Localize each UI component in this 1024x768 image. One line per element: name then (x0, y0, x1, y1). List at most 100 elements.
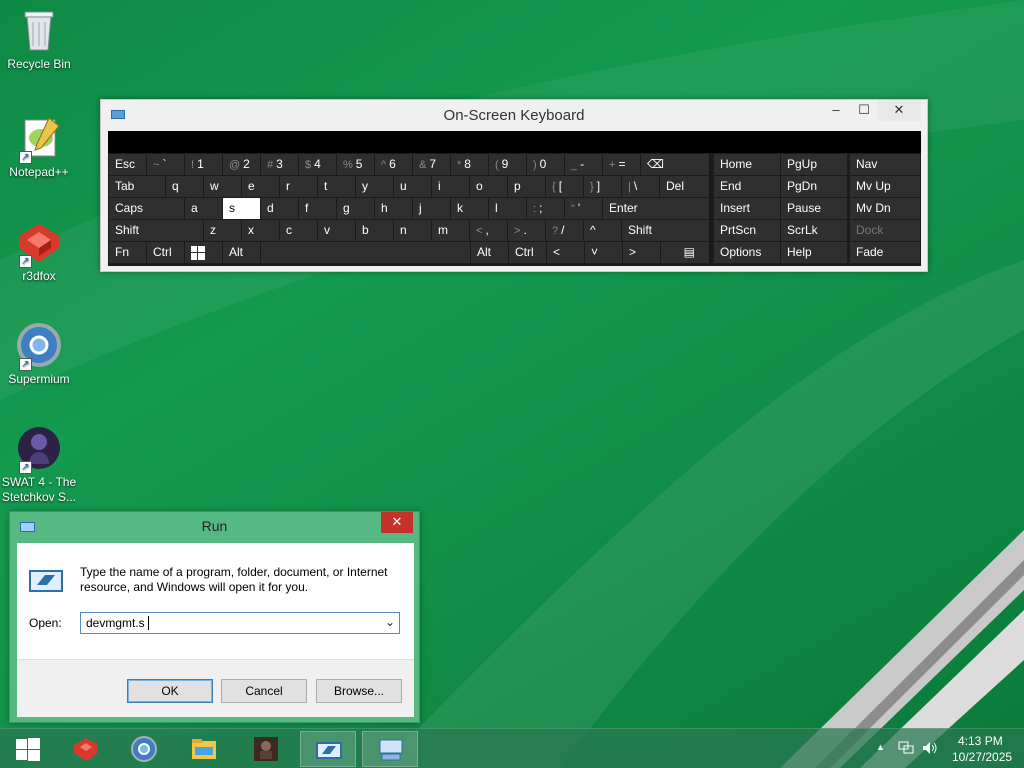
osk-titlebar[interactable]: On-Screen Keyboard – ☐ ✕ (101, 100, 927, 130)
key-up-arrow[interactable]: ^ (584, 220, 621, 241)
speaker-icon[interactable] (922, 741, 938, 755)
key-menu[interactable]: ▤ (661, 242, 709, 263)
taskbar-run[interactable] (300, 731, 356, 767)
key-i[interactable]: i (432, 176, 469, 197)
key-home[interactable]: Home (714, 154, 780, 175)
desktop-icon-swat4[interactable]: ↗ SWAT 4 - The Stetchkov S... (0, 424, 78, 505)
key-v[interactable]: v (318, 220, 355, 241)
maximize-button[interactable]: ☐ (851, 100, 877, 121)
key-g[interactable]: g (337, 198, 374, 219)
key-windows[interactable] (185, 242, 222, 263)
taskbar-swat4[interactable] (238, 731, 294, 767)
key-q[interactable]: q (166, 176, 203, 197)
key-fn[interactable]: Fn (109, 242, 146, 263)
key-backslash[interactable]: | \ (622, 176, 659, 197)
key-4[interactable]: $4 (299, 154, 336, 175)
key-enter[interactable]: Enter (603, 198, 709, 219)
key-f[interactable]: f (299, 198, 336, 219)
key-right-bracket[interactable]: }] (584, 176, 621, 197)
chevron-down-icon[interactable]: ⌄ (385, 615, 395, 629)
key-space[interactable] (261, 242, 470, 263)
key-help[interactable]: Help (781, 242, 847, 263)
key-r[interactable]: r (280, 176, 317, 197)
key-6[interactable]: ^ 6 (375, 154, 412, 175)
key-equals[interactable]: + = (603, 154, 640, 175)
key-comma[interactable]: <, (470, 220, 507, 241)
taskbar-on-screen-keyboard[interactable] (362, 731, 418, 767)
key-h[interactable]: h (375, 198, 412, 219)
key-shift-left[interactable]: Shift (109, 220, 203, 241)
key-1[interactable]: ! 1 (185, 154, 222, 175)
taskbar-supermium[interactable] (116, 731, 172, 767)
key-0[interactable]: ) 0 (527, 154, 564, 175)
key-z[interactable]: z (204, 220, 241, 241)
key-del[interactable]: Del (660, 176, 709, 197)
show-hidden-icons-chevron[interactable]: ▲ (876, 742, 885, 752)
key-pgdn[interactable]: PgDn (781, 176, 847, 197)
clock-date[interactable]: 10/27/2025 (952, 750, 1012, 764)
key-t[interactable]: t (318, 176, 355, 197)
key-p[interactable]: p (508, 176, 545, 197)
key-shift-right[interactable]: Shift (622, 220, 709, 241)
key-j[interactable]: j (413, 198, 450, 219)
key-esc[interactable]: Esc (109, 154, 146, 175)
ok-button[interactable]: OK (127, 679, 213, 703)
key-u[interactable]: u (394, 176, 431, 197)
key-pgup[interactable]: PgUp (781, 154, 847, 175)
key-slash[interactable]: ? / (546, 220, 583, 241)
key-8[interactable]: * 8 (451, 154, 488, 175)
key-m[interactable]: m (432, 220, 469, 241)
key-mv-up[interactable]: Mv Up (850, 176, 920, 197)
key-ctrl-left[interactable]: Ctrl (147, 242, 184, 263)
cancel-button[interactable]: Cancel (221, 679, 307, 703)
key-c[interactable]: c (280, 220, 317, 241)
taskbar-r3dfox[interactable] (58, 731, 114, 767)
key-9[interactable]: (9 (489, 154, 526, 175)
key-left-arrow[interactable]: < (547, 242, 584, 263)
key-e[interactable]: e (242, 176, 279, 197)
key-fade[interactable]: Fade (850, 242, 920, 263)
key-down-arrow[interactable]: ˅ (585, 242, 622, 263)
key-mv-dn[interactable]: Mv Dn (850, 198, 920, 219)
key-scrlk[interactable]: ScrLk (781, 220, 847, 241)
taskbar-file-explorer[interactable] (176, 731, 232, 767)
desktop-icon-recycle-bin[interactable]: Recycle Bin (0, 6, 78, 72)
key-s[interactable]: s (223, 198, 260, 219)
key-alt-right[interactable]: Alt (471, 242, 508, 263)
key-a[interactable]: a (185, 198, 222, 219)
start-button[interactable] (0, 731, 56, 767)
key-2[interactable]: @2 (223, 154, 260, 175)
desktop-icon-r3dfox[interactable]: ↗ r3dfox (0, 218, 78, 284)
key-alt-left[interactable]: Alt (223, 242, 260, 263)
key-k[interactable]: k (451, 198, 488, 219)
key-5[interactable]: % 5 (337, 154, 374, 175)
key-backspace[interactable]: ⌫ (641, 154, 709, 175)
close-button[interactable]: ✕ (877, 100, 921, 121)
browse-button[interactable]: Browse... (316, 679, 402, 703)
key-period[interactable]: >. (508, 220, 545, 241)
key-quote[interactable]: " ' (565, 198, 602, 219)
key-3[interactable]: #3 (261, 154, 298, 175)
key-o[interactable]: o (470, 176, 507, 197)
key-7[interactable]: & 7 (413, 154, 450, 175)
key-options[interactable]: Options (714, 242, 780, 263)
key-w[interactable]: w (204, 176, 241, 197)
key-pause[interactable]: Pause (781, 198, 847, 219)
desktop-icon-notepad-plus-plus[interactable]: ↗ Notepad++ (0, 114, 78, 180)
key-caps[interactable]: Caps (109, 198, 184, 219)
key-n[interactable]: n (394, 220, 431, 241)
key-left-bracket[interactable]: {[ (546, 176, 583, 197)
minimize-button[interactable]: – (823, 100, 849, 121)
key-prtscn[interactable]: PrtScn (714, 220, 780, 241)
key-d[interactable]: d (261, 198, 298, 219)
open-input[interactable]: devmgmt.s (86, 616, 145, 630)
key-b[interactable]: b (356, 220, 393, 241)
key-semicolon[interactable]: :; (527, 198, 564, 219)
open-combobox[interactable]: devmgmt.s ⌄ (80, 612, 400, 634)
network-icon[interactable] (898, 741, 914, 755)
key-y[interactable]: y (356, 176, 393, 197)
key-tilde[interactable]: ~ ` (147, 154, 184, 175)
key-x[interactable]: x (242, 220, 279, 241)
clock-time[interactable]: 4:13 PM (958, 734, 1003, 748)
desktop-icon-supermium[interactable]: ↗ Supermium (0, 321, 78, 387)
